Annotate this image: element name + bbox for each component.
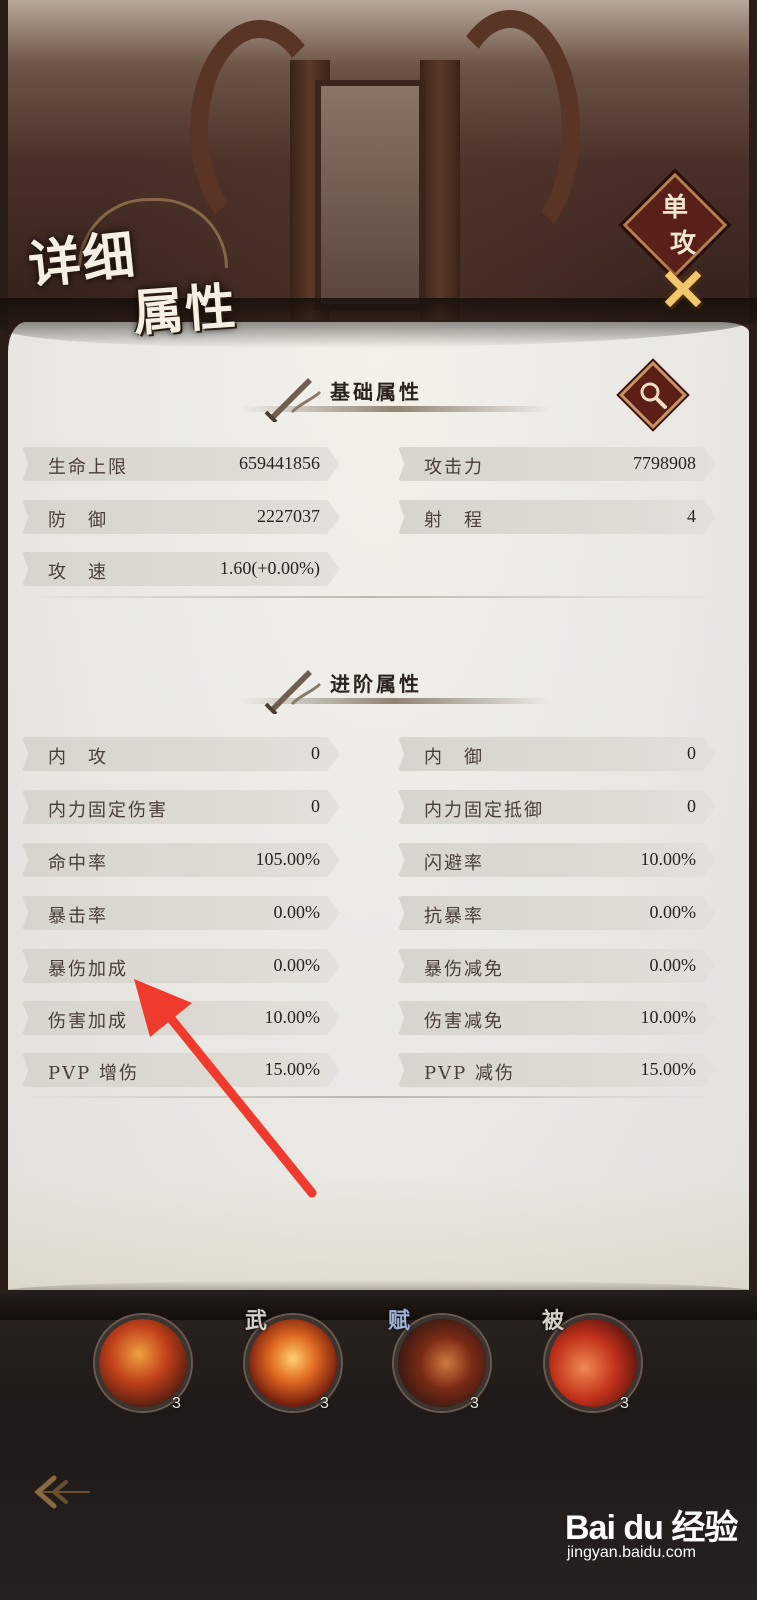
stat-crit-rate: 暴击率 0.00% — [22, 896, 340, 930]
stat-value: 0.00% — [273, 902, 321, 922]
stat-value: 0 — [687, 796, 696, 816]
background-doorway — [315, 80, 425, 310]
stat-value: 0 — [311, 743, 320, 763]
close-icon[interactable]: ✕ — [659, 256, 708, 324]
stat-value: 0.00% — [649, 955, 697, 975]
skill-level-4: 3 — [620, 1395, 629, 1412]
stat-defense: 防 御 2227037 — [22, 500, 340, 534]
skill-level-2: 3 — [320, 1395, 329, 1412]
stat-label: 生命上限 — [48, 457, 128, 478]
stat-crit-resist: 抗暴率 0.00% — [398, 896, 716, 930]
stat-label: 攻击力 — [424, 457, 484, 478]
stat-value: 659441856 — [239, 453, 320, 473]
stat-label: 射 程 — [424, 510, 484, 531]
stat-value: 4 — [687, 506, 696, 526]
attack-mode-char-1: 单 — [662, 193, 689, 223]
stat-dodge-rate: 闪避率 10.00% — [398, 843, 716, 877]
annotation-arrow-icon — [134, 979, 317, 1198]
sword-icon — [264, 378, 322, 422]
stat-label: 暴伤减免 — [424, 959, 504, 980]
back-button[interactable] — [32, 1472, 92, 1512]
stat-range: 射 程 4 — [398, 500, 716, 534]
ornament-swirl — [440, 10, 580, 250]
stat-value: 2227037 — [257, 506, 320, 526]
skill-level-1: 3 — [172, 1395, 181, 1412]
stat-value: 10.00% — [640, 849, 697, 869]
advanced-attributes-title: 进阶属性 — [330, 672, 422, 696]
stat-pvp-damage-reduction: PVP 减伤 15.00% — [398, 1053, 716, 1087]
stat-label: 命中率 — [48, 853, 108, 874]
stat-value: 1.60(+0.00%) — [219, 558, 320, 578]
stat-value: 0.00% — [649, 902, 697, 922]
stat-crit-damage-reduction: 暴伤减免 0.00% — [398, 949, 716, 983]
watermark: Bai du 经验 jingyan.baidu.com — [565, 1500, 745, 1570]
stat-label: 内力固定抵御 — [424, 800, 544, 821]
section-divider — [20, 596, 718, 598]
stat-inner-attack: 内 攻 0 — [22, 737, 340, 771]
attack-mode-label: 单 攻 — [640, 185, 710, 265]
blade-icon — [398, 1319, 486, 1407]
watermark-logo: Bai du 经验 — [565, 1509, 738, 1547]
stat-label: 防 御 — [48, 510, 108, 531]
watermark-url: jingyan.baidu.com — [567, 1544, 696, 1561]
skill-level-3: 3 — [470, 1395, 479, 1412]
back-arrow-icon[interactable] — [32, 1472, 92, 1512]
stat-value: 0.00% — [273, 955, 321, 975]
stat-value: 10.00% — [640, 1007, 697, 1027]
stat-label: 内 攻 — [48, 747, 108, 768]
stat-value: 0 — [311, 796, 320, 816]
skill-badge-4: 被 — [542, 1308, 565, 1334]
stat-label: 暴伤加成 — [48, 959, 128, 980]
stat-value: 0 — [687, 743, 696, 763]
stat-label: 闪避率 — [424, 853, 484, 874]
skill-badge-3: 赋 — [388, 1308, 411, 1334]
stat-label: PVP 减伤 — [424, 1063, 515, 1084]
stat-label: 伤害减免 — [424, 1011, 504, 1032]
stat-value: 105.00% — [255, 849, 321, 869]
stat-max-hp: 生命上限 659441856 — [22, 447, 340, 481]
stat-label: 抗暴率 — [424, 906, 484, 927]
sword-icon — [264, 670, 322, 714]
stat-inner-fixed-damage: 内力固定伤害 0 — [22, 790, 340, 824]
stat-attack-speed: 攻 速 1.60(+0.00%) — [22, 552, 340, 586]
stat-inner-defense: 内 御 0 — [398, 737, 716, 771]
stat-label: 攻 速 — [48, 562, 108, 583]
stat-value: 15.00% — [640, 1059, 697, 1079]
stat-inner-fixed-resist: 内力固定抵御 0 — [398, 790, 716, 824]
attack-mode-char-2: 攻 — [670, 229, 697, 259]
basic-attributes-title: 基础属性 — [330, 380, 422, 404]
skill-badge-2: 武 — [245, 1308, 268, 1334]
magnifier-icon[interactable] — [637, 379, 669, 411]
basic-attributes-heading: 基础属性 — [240, 368, 560, 428]
close-button[interactable]: ✕ — [655, 261, 711, 319]
stat-attack: 攻击力 7798908 — [398, 447, 716, 481]
page-title-line1: 详细 — [25, 224, 140, 297]
stat-label: 暴击率 — [48, 906, 108, 927]
search-button[interactable] — [619, 361, 687, 429]
stat-hit-rate: 命中率 105.00% — [22, 843, 340, 877]
advanced-attributes-heading: 进阶属性 — [240, 660, 560, 720]
stat-label: 内 御 — [424, 747, 484, 768]
stat-damage-reduction: 伤害减免 10.00% — [398, 1001, 716, 1035]
page-title-line2: 属性 — [131, 276, 240, 343]
flame-icon — [99, 1319, 187, 1407]
stat-value: 7798908 — [633, 453, 696, 473]
ink-border — [0, 1280, 757, 1320]
stat-label: 内力固定伤害 — [48, 800, 168, 821]
page-title: 详细 属性 — [18, 198, 258, 343]
stat-label: 伤害加成 — [48, 1011, 128, 1032]
